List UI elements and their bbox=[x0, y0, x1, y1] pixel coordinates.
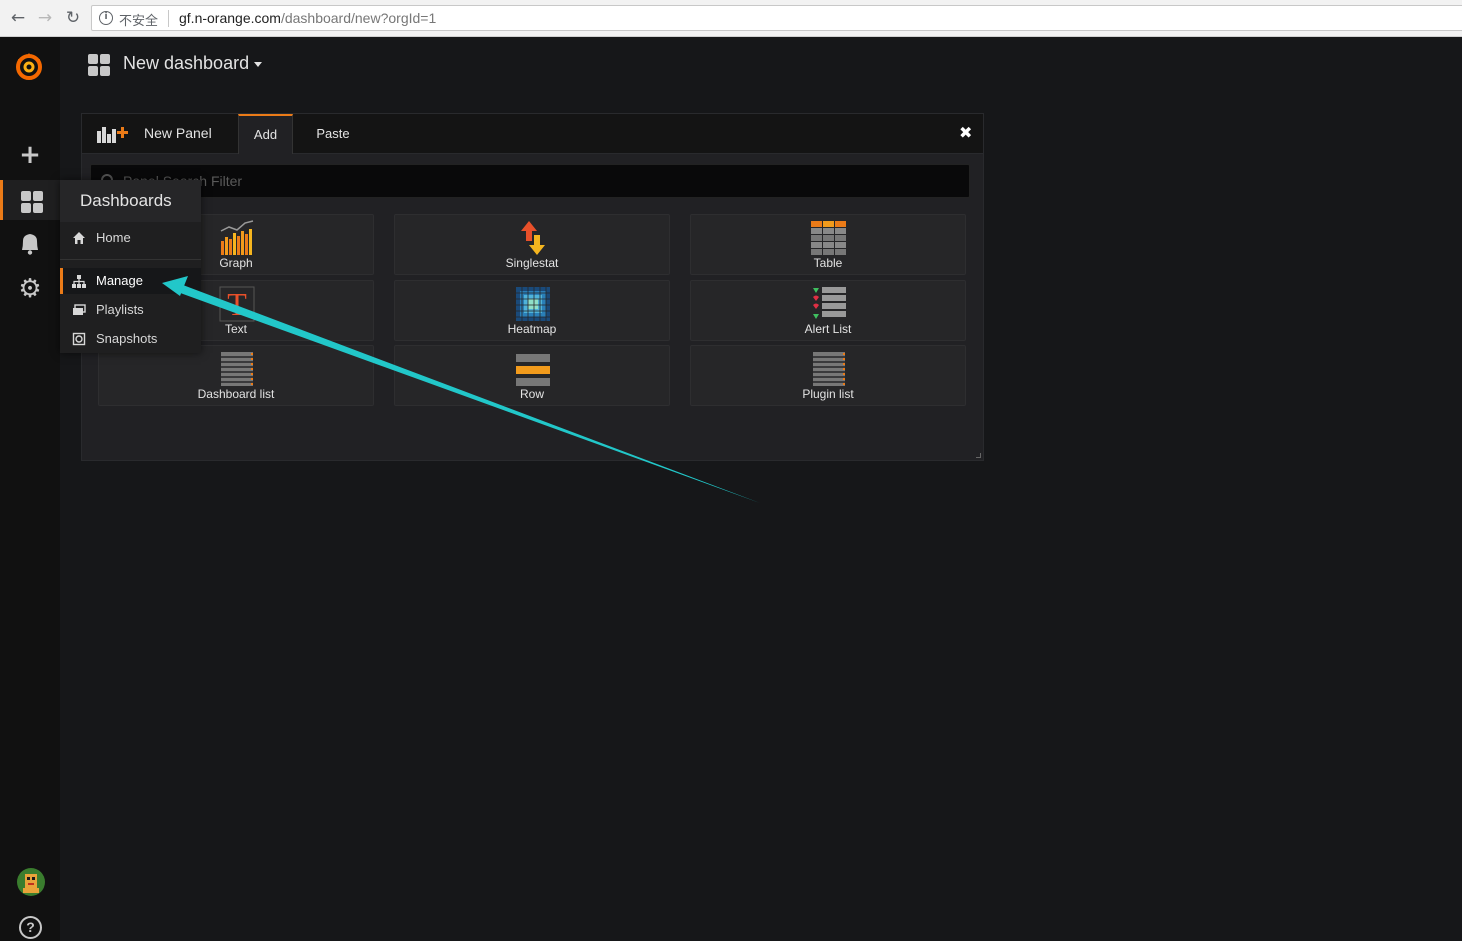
panel-card-heatmap[interactable]: Heatmap bbox=[394, 280, 670, 341]
address-bar[interactable]: i 不安全 gf.n-orange.com/dashboard/new?orgI… bbox=[91, 5, 1462, 31]
dashboard-title[interactable]: New dashboard bbox=[123, 53, 249, 74]
panel-card-label: Heatmap bbox=[507, 322, 557, 336]
dashboard-grid-icon bbox=[88, 54, 110, 76]
alerting-bell-icon[interactable] bbox=[0, 225, 60, 265]
menu-item-snapshots[interactable]: Snapshots bbox=[60, 326, 201, 352]
info-icon[interactable]: i bbox=[99, 11, 113, 25]
panel-search-input[interactable] bbox=[123, 170, 943, 192]
menu-divider bbox=[60, 259, 201, 260]
panel-card-label: Singlestat bbox=[505, 256, 559, 270]
menu-item-label: Snapshots bbox=[96, 331, 158, 346]
panel-card-table[interactable]: Table bbox=[690, 214, 966, 275]
add-panel-header: New Panel Add Paste ✖ bbox=[82, 114, 983, 154]
url-host: gf.n-orange.com bbox=[179, 10, 281, 26]
panel-card-label: Dashboard list bbox=[197, 387, 275, 401]
graph-icon bbox=[220, 220, 254, 255]
panel-search-filter[interactable] bbox=[90, 164, 970, 198]
sitemap-icon bbox=[72, 275, 86, 288]
panel-card-row[interactable]: Row bbox=[394, 345, 670, 406]
menu-item-manage[interactable]: Manage bbox=[60, 268, 201, 294]
chevron-down-icon[interactable] bbox=[254, 62, 262, 67]
tab-paste[interactable]: Paste bbox=[308, 114, 358, 154]
panel-card-plugin-list[interactable]: Plugin list bbox=[690, 345, 966, 406]
menu-item-label: Home bbox=[96, 230, 131, 245]
url-text[interactable]: gf.n-orange.com/dashboard/new?orgId=1 bbox=[179, 10, 436, 26]
playlist-icon bbox=[73, 304, 86, 315]
user-avatar[interactable] bbox=[17, 868, 45, 896]
panel-card-label: Plugin list bbox=[802, 387, 854, 401]
back-arrow-icon[interactable]: ← bbox=[8, 8, 28, 28]
panel-card-label: Alert List bbox=[804, 322, 852, 336]
dashboards-dropdown-menu: Dashboards Home Manage Playlists Snapsho… bbox=[60, 180, 201, 353]
panel-card-label: Row bbox=[519, 387, 544, 401]
table-icon bbox=[811, 221, 846, 255]
panel-card-label: Table bbox=[813, 256, 843, 270]
menu-item-home[interactable]: Home bbox=[60, 225, 201, 251]
insecure-label: 不安全 bbox=[119, 14, 159, 29]
close-icon[interactable]: ✖ bbox=[959, 123, 972, 142]
url-divider bbox=[168, 10, 169, 27]
tab-add[interactable]: Add bbox=[238, 114, 293, 154]
help-icon[interactable]: ? bbox=[19, 916, 42, 939]
new-panel-icon bbox=[97, 127, 128, 143]
menu-item-playlists[interactable]: Playlists bbox=[60, 297, 201, 323]
text-icon: T bbox=[219, 286, 255, 322]
snapshot-icon bbox=[72, 332, 86, 346]
menu-item-label: Manage bbox=[96, 273, 143, 288]
browser-toolbar: ← → ↻ i 不安全 gf.n-orange.com/dashboard/ne… bbox=[0, 0, 1462, 37]
dropdown-title: Dashboards bbox=[80, 191, 172, 210]
dashboard-list-icon bbox=[221, 352, 253, 386]
sidebar: + ⚙ ? bbox=[0, 37, 60, 941]
dashboards-nav-icon[interactable] bbox=[0, 180, 60, 220]
svg-text:T: T bbox=[227, 286, 247, 322]
configuration-gear-icon[interactable]: ⚙ bbox=[0, 269, 60, 309]
new-panel-label: New Panel bbox=[144, 125, 212, 141]
grid-icon bbox=[21, 191, 43, 213]
dropdown-header[interactable]: Dashboards bbox=[60, 180, 201, 222]
panel-card-alert-list[interactable]: Alert List bbox=[690, 280, 966, 341]
create-plus-icon[interactable]: + bbox=[0, 135, 60, 175]
add-panel: New Panel Add Paste ✖ Graph Singlestat bbox=[81, 113, 984, 461]
home-icon bbox=[73, 232, 85, 244]
url-path: /dashboard/new?orgId=1 bbox=[280, 10, 437, 26]
singlestat-icon bbox=[521, 221, 545, 255]
menu-item-label: Playlists bbox=[96, 302, 144, 317]
row-icon bbox=[516, 354, 550, 386]
alert-list-icon bbox=[813, 287, 846, 319]
heatmap-icon bbox=[516, 287, 550, 321]
reload-icon[interactable]: ↻ bbox=[63, 8, 83, 28]
resize-handle[interactable] bbox=[976, 453, 981, 458]
grafana-logo-icon[interactable] bbox=[13, 50, 45, 82]
panel-card-dashboard-list[interactable]: Dashboard list bbox=[98, 345, 374, 406]
panel-card-singlestat[interactable]: Singlestat bbox=[394, 214, 670, 275]
plugin-list-icon bbox=[813, 352, 845, 386]
forward-arrow-icon[interactable]: → bbox=[35, 8, 55, 28]
